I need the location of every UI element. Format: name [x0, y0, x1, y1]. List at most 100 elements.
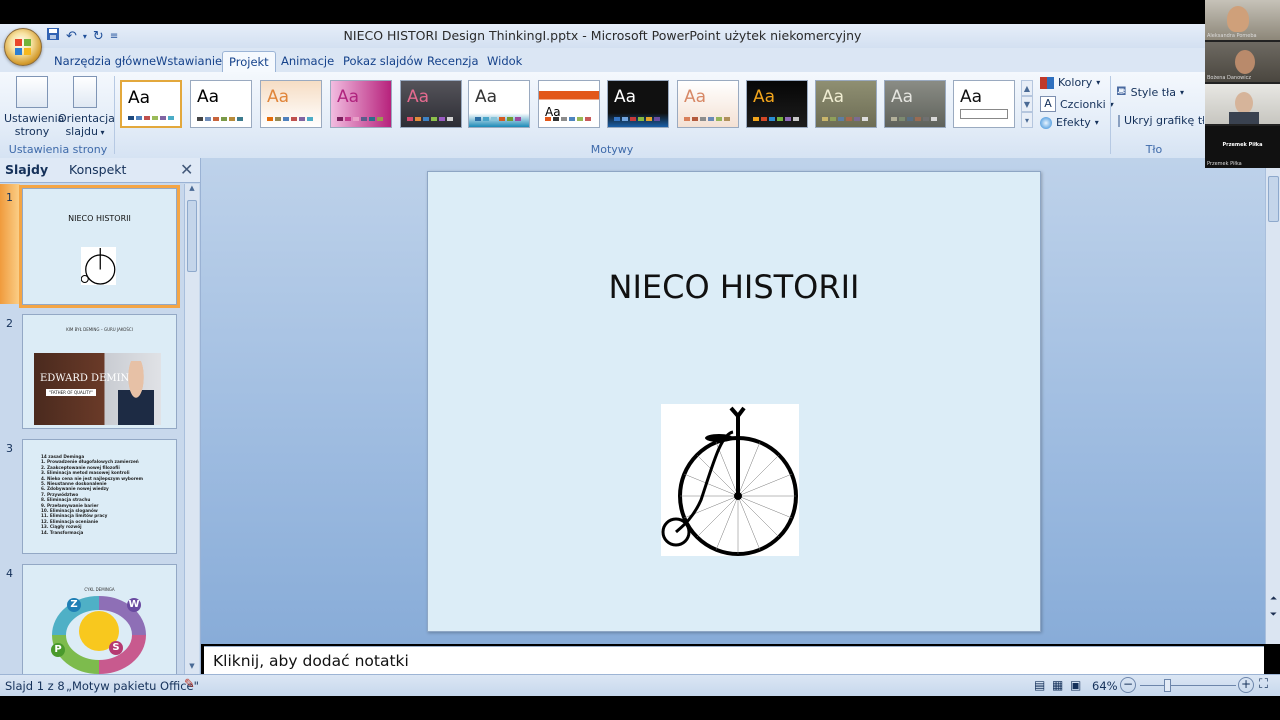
- theme-2[interactable]: Aa: [190, 80, 252, 128]
- group-label-page-setup: Ustawienia strony: [8, 143, 108, 156]
- normal-view-icon[interactable]: ▤: [1034, 678, 1045, 692]
- bicycle-thumb-image: [80, 247, 116, 285]
- minimize-icon[interactable]: [1155, 28, 1169, 30]
- cycle-letter: W: [127, 598, 141, 612]
- tab-view[interactable]: Widok: [481, 51, 528, 72]
- participant-name: Bożena Danowicz: [1207, 75, 1252, 81]
- colors-button[interactable]: Kolory ▾: [1040, 76, 1100, 89]
- theme-13[interactable]: Aa: [953, 80, 1015, 128]
- participant-name: Przemek Piłka: [1222, 142, 1263, 148]
- thumb-title: CYKL DEMINGA: [84, 587, 115, 592]
- fonts-button[interactable]: A Czcionki ▾: [1040, 96, 1114, 112]
- title-bar: NIECO HISTORI Design ThinkingI.pptx - Mi…: [0, 24, 1205, 49]
- theme-8[interactable]: Aa: [607, 80, 669, 128]
- status-bar: Slajd 1 z 8 „Motyw pakietu Office" ✎ ▤ ▦…: [0, 674, 1280, 697]
- tab-slides[interactable]: Slajdy: [5, 162, 48, 177]
- thumbnail-scrollbar[interactable]: ▲ ▼: [184, 184, 199, 674]
- zoom-in-icon[interactable]: +: [1238, 677, 1254, 693]
- office-logo-icon: [15, 39, 31, 55]
- screen-border: [0, 696, 1280, 720]
- save-icon[interactable]: [46, 27, 60, 45]
- ribbon: Ustawienia strony Orientacja slajdu ▾ Us…: [0, 72, 1280, 159]
- tab-outline[interactable]: Konspekt: [69, 162, 126, 177]
- theme-3[interactable]: Aa: [260, 80, 322, 128]
- prev-slide-icon[interactable]: ⏶: [1266, 594, 1280, 604]
- tab-home[interactable]: Narzędzia główne: [48, 51, 162, 72]
- main-scrollbar[interactable]: ▲ ⏶ ⏷: [1265, 158, 1280, 644]
- video-call-panel: Aleksandra Pomeba Bożena Danowicz Przeme…: [1205, 0, 1280, 168]
- gallery-down-button[interactable]: ▼: [1021, 96, 1033, 112]
- quick-access-toolbar: ↶ ▾ ↻ ≡: [46, 26, 118, 46]
- thumb-title: KIM BYŁ DEMING – GURU JAKOŚCI: [66, 327, 133, 332]
- hide-background-checkbox[interactable]: Ukryj grafikę tła: [1118, 114, 1204, 127]
- tab-animations[interactable]: Animacje: [275, 51, 340, 72]
- theme-6[interactable]: Aa: [468, 80, 530, 128]
- slide-thumbnail-2[interactable]: KIM BYŁ DEMING – GURU JAKOŚCI EDWARD DEM…: [22, 314, 177, 429]
- theme-11[interactable]: Aa: [815, 80, 877, 128]
- theme-name: „Motyw pakietu Office": [66, 679, 199, 693]
- group-separator: [1110, 76, 1111, 154]
- scroll-thumb[interactable]: [1268, 176, 1279, 222]
- zoom-slider-thumb[interactable]: [1164, 679, 1171, 692]
- close-icon[interactable]: ✕: [180, 160, 193, 179]
- video-tile-active: Przemek Piłka Przemek Piłka: [1205, 126, 1280, 168]
- thumb-number: 2: [6, 317, 13, 330]
- list-item: 14. Transformacja: [41, 529, 84, 535]
- penny-farthing-image[interactable]: [661, 404, 799, 556]
- page-setup-icon: [16, 76, 48, 108]
- theme-7[interactable]: Aa: [538, 80, 600, 128]
- current-slide[interactable]: NIECO HISTORII: [427, 171, 1041, 632]
- fit-to-window-icon[interactable]: ⛶: [1259, 677, 1268, 692]
- theme-10[interactable]: Aa: [746, 80, 808, 128]
- undo-dropdown-icon[interactable]: ▾: [83, 32, 87, 41]
- thumb-title: NIECO HISTORII: [68, 214, 131, 223]
- redo-icon[interactable]: ↻: [93, 29, 104, 44]
- theme-office[interactable]: Aa: [120, 80, 182, 128]
- list-item: 3. Eliminacja metod masowej kontroli: [41, 470, 130, 476]
- slide-counter: Slajd 1 z 8: [5, 679, 65, 693]
- slide-orientation-button[interactable]: Orientacja slajdu ▾: [58, 76, 115, 139]
- cycle-letter: P: [51, 643, 65, 657]
- theme-5[interactable]: Aa: [400, 80, 462, 128]
- video-tile: Aleksandra Pomeba: [1205, 0, 1280, 40]
- slide-thumbnail-4[interactable]: CYKL DEMINGA Z W P S: [22, 564, 177, 675]
- tab-review[interactable]: Recenzja: [421, 51, 485, 72]
- thumb-number: 1: [6, 191, 13, 204]
- deming-banner: EDWARD DEMING "FATHER OF QUALITY": [34, 353, 161, 425]
- gallery-up-button[interactable]: ▲: [1021, 80, 1033, 96]
- theme-4[interactable]: Aa: [330, 80, 392, 128]
- video-tile: Bożena Danowicz: [1205, 42, 1280, 82]
- page-setup-button[interactable]: Ustawienia strony: [4, 76, 64, 138]
- next-slide-icon[interactable]: ⏷: [1266, 610, 1280, 620]
- notes-pane[interactable]: Kliknij, aby dodać notatki: [204, 646, 1264, 675]
- theme-9[interactable]: Aa: [677, 80, 739, 128]
- effects-icon: [1040, 116, 1052, 129]
- slideshow-view-icon[interactable]: ▣: [1070, 678, 1081, 692]
- scroll-up-icon[interactable]: ▲: [185, 184, 199, 196]
- slide-thumbnail-3[interactable]: 14 zasad Deminga 1. Prowadzenie długofal…: [22, 439, 177, 554]
- tab-slideshow[interactable]: Pokaz slajdów: [337, 51, 429, 72]
- zoom-out-icon[interactable]: −: [1120, 677, 1136, 693]
- notes-placeholder[interactable]: Kliknij, aby dodać notatki: [213, 652, 409, 670]
- theme-12[interactable]: Aa: [884, 80, 946, 128]
- office-button[interactable]: [4, 28, 42, 66]
- group-label-themes: Motywy: [590, 143, 634, 156]
- thumb-number: 3: [6, 442, 13, 455]
- tab-insert[interactable]: Wstawianie: [150, 51, 228, 72]
- slide-title[interactable]: NIECO HISTORII: [428, 268, 1040, 306]
- undo-icon[interactable]: ↶: [66, 29, 77, 44]
- zoom-level[interactable]: 64%: [1092, 679, 1118, 693]
- tab-design[interactable]: Projekt: [222, 51, 276, 73]
- zoom-slider[interactable]: [1140, 685, 1236, 686]
- group-separator: [114, 76, 115, 154]
- scroll-thumb[interactable]: [187, 200, 197, 272]
- background-styles-button[interactable]: ⛾ Style tła ▾: [1116, 84, 1184, 101]
- scroll-down-icon[interactable]: ▼: [185, 662, 199, 674]
- gallery-more-button[interactable]: ▾: [1021, 112, 1033, 128]
- slide-sorter-icon[interactable]: ▦: [1052, 678, 1063, 692]
- slide-thumbnail-1[interactable]: NIECO HISTORII: [19, 185, 180, 308]
- customize-toolbar-icon[interactable]: ≡: [110, 31, 118, 42]
- effects-button[interactable]: Efekty ▾: [1040, 116, 1099, 129]
- cycle-letter: S: [109, 641, 123, 655]
- spellcheck-icon[interactable]: ✎: [184, 677, 195, 692]
